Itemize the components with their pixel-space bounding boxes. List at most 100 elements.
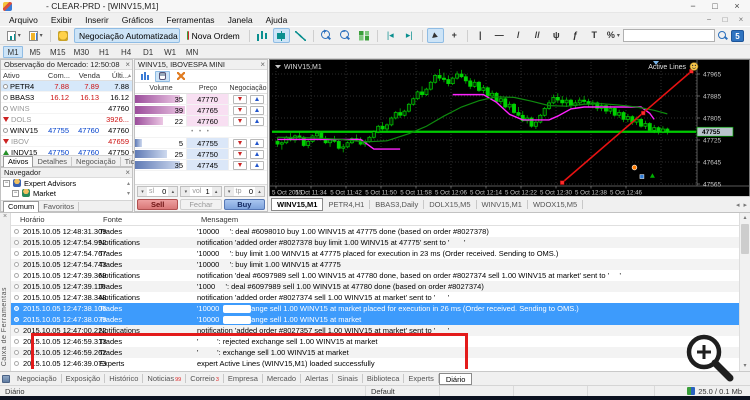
timeframe-w1[interactable]: W1 bbox=[160, 46, 180, 58]
journal-row[interactable]: 2015.10.05 12:48:31.309 Trades '10000 ': d… bbox=[11, 226, 739, 237]
profiles-button[interactable]: ▾ bbox=[26, 28, 46, 43]
candle-chart-button[interactable] bbox=[272, 28, 290, 43]
market-watch-column-headers[interactable]: Ativo Com... Venda Últi... ▴ bbox=[1, 70, 132, 81]
journal-row[interactable]: 2015.10.05 12:47:39.369 Notifications noti… bbox=[11, 270, 739, 281]
chart-tab-5-wdox15-m5[interactable]: WDOX15,M5 bbox=[528, 200, 584, 209]
zoom-out-button[interactable]: − bbox=[337, 28, 354, 43]
timeframe-m15[interactable]: M15 bbox=[47, 46, 69, 58]
scroll-up-icon[interactable]: ▴ bbox=[128, 72, 131, 79]
tab-ativos[interactable]: Ativos bbox=[3, 155, 34, 167]
stepper-down-icon[interactable]: ▾ bbox=[181, 187, 191, 196]
toolbox-tab-negociacao[interactable]: Negociação bbox=[13, 374, 62, 383]
tab-comum[interactable]: Comum bbox=[3, 200, 40, 212]
scroll-up-icon[interactable]: ▴ bbox=[127, 180, 130, 187]
minimize-button[interactable]: − bbox=[682, 0, 704, 12]
chart-tab-3-dolx15-m5[interactable]: DOLX15,M5 bbox=[424, 200, 477, 209]
stepper-up-icon[interactable]: ▴ bbox=[254, 187, 264, 196]
tab-scroll-left-icon[interactable]: ◂ bbox=[736, 201, 740, 209]
journal-row[interactable]: 2015.10.05 12:47:00.222 Notifications noti… bbox=[11, 325, 739, 336]
mw-col-com-[interactable]: Com... bbox=[42, 71, 72, 80]
zoom-in-button[interactable]: + bbox=[318, 28, 335, 43]
dom-orders-view-button[interactable] bbox=[137, 71, 152, 82]
channel-tool-button[interactable]: // bbox=[529, 28, 546, 43]
menu-graficos[interactable]: Gráficos bbox=[122, 15, 154, 25]
bid-row[interactable]: 35 47745 bbox=[135, 160, 267, 171]
restore-button[interactable]: □ bbox=[704, 0, 726, 12]
journal-col-message[interactable]: Mensagem bbox=[201, 215, 238, 224]
timeframe-m1[interactable]: M1 bbox=[3, 45, 23, 58]
journal-row[interactable]: 2015.10.05 12:47:38.079 Trades '10000 ': e… bbox=[11, 314, 739, 325]
chart-tab-4-winv15-m1[interactable]: WINV15,M1 bbox=[477, 200, 528, 209]
tp-stepper[interactable]: ▾ tp 0 ▴ bbox=[223, 186, 265, 197]
shapes-tool-button[interactable]: % ▾ bbox=[605, 28, 622, 43]
sell-at-price-button[interactable] bbox=[232, 94, 247, 104]
menu-inserir[interactable]: Inserir bbox=[85, 15, 109, 25]
timeframe-h1[interactable]: H1 bbox=[94, 46, 114, 58]
mdi-minimize-button[interactable]: − bbox=[704, 14, 714, 25]
buy-at-price-button[interactable] bbox=[249, 116, 264, 126]
menu-arquivo[interactable]: Arquivo bbox=[9, 15, 38, 25]
tree-expander-icon[interactable]: − bbox=[3, 179, 10, 187]
toolbox-tab-mercado[interactable]: Mercado bbox=[263, 374, 302, 383]
market-watch-row[interactable]: BBAS3 16.12 16.13 16.12 bbox=[1, 92, 132, 103]
close-icon[interactable]: × bbox=[125, 168, 130, 178]
buy-at-price-button[interactable] bbox=[249, 138, 264, 148]
close-position-button[interactable]: Fechar bbox=[180, 199, 222, 210]
text-tool-button[interactable]: T bbox=[586, 28, 603, 43]
timeframe-mn[interactable]: MN bbox=[182, 46, 202, 58]
journal-row[interactable]: 2015.10.05 12:47:54.767 Trades '10000 ': b… bbox=[11, 248, 739, 259]
new-chart-button[interactable]: ▾ bbox=[4, 28, 24, 43]
sell-at-price-button[interactable] bbox=[232, 116, 247, 126]
journal-row[interactable]: 2015.10.05 12:46:59.262 Trades ' ': exchan… bbox=[11, 347, 739, 358]
close-icon[interactable]: × bbox=[125, 60, 130, 70]
journal-row[interactable]: 2015.10.05 12:47:39.116 Trades '1000 ': de… bbox=[11, 281, 739, 292]
toolbox-tab-noticias[interactable]: Noticias 99 bbox=[143, 374, 187, 383]
bid-row[interactable]: 25 47750 bbox=[135, 149, 267, 160]
timeframe-d1[interactable]: D1 bbox=[138, 46, 158, 58]
journal-row[interactable]: 2015.10.05 12:47:38.106 Trades '10000 ': e… bbox=[11, 303, 739, 314]
tree-item-expert-advisors[interactable]: − Expert Advisors bbox=[1, 178, 132, 188]
mw-col-ulti-[interactable]: Últi... bbox=[102, 71, 131, 80]
metaeditor-button[interactable] bbox=[55, 28, 72, 43]
chart-area[interactable]: 47965 47885 47805 47725 47645 47565 47755 5 Oct… bbox=[269, 59, 750, 196]
scroll-down-icon[interactable]: ▾ bbox=[127, 190, 130, 197]
tile-windows-button[interactable] bbox=[356, 28, 373, 43]
chart-shift-button[interactable]: ▸| bbox=[401, 28, 418, 43]
stepper-up-icon[interactable]: ▴ bbox=[168, 187, 178, 196]
buy-at-price-button[interactable] bbox=[249, 149, 264, 159]
tab-favoritos[interactable]: Favoritos bbox=[39, 201, 80, 211]
dom-depth-view-button[interactable] bbox=[155, 70, 170, 82]
sl-stepper[interactable]: ▾ sl 0 ▴ bbox=[137, 186, 179, 197]
journal-column-headers[interactable]: Horário Fonte Mensagem bbox=[11, 213, 739, 226]
ask-row[interactable]: 39 47765 bbox=[135, 105, 267, 116]
ask-row[interactable]: 35 47770 bbox=[135, 94, 267, 105]
ask-row[interactable]: 22 47760 bbox=[135, 116, 267, 127]
bar-chart-button[interactable] bbox=[254, 28, 271, 43]
menu-exibir[interactable]: Exibir bbox=[51, 15, 72, 25]
tab-detalhes[interactable]: Detalhes bbox=[33, 156, 73, 166]
market-watch-row[interactable]: DOLS 3926... bbox=[1, 114, 132, 125]
toolbox-tab-historico[interactable]: Histórico bbox=[105, 374, 144, 383]
menu-janela[interactable]: Janela bbox=[228, 15, 253, 25]
line-chart-button[interactable] bbox=[292, 28, 309, 43]
journal-row[interactable]: 2015.10.05 12:47:54.743 Trades '10000 ': b… bbox=[11, 259, 739, 270]
tree-item-market[interactable]: − Market bbox=[1, 188, 132, 198]
buy-at-price-button[interactable] bbox=[249, 105, 264, 115]
price-chart[interactable]: 479654788547805477254764547565477555 Oct… bbox=[270, 60, 749, 196]
mw-col-ativo[interactable]: Ativo bbox=[1, 71, 42, 80]
timeframe-m5[interactable]: M5 bbox=[25, 46, 45, 58]
dom-time-sales-button[interactable] bbox=[173, 71, 188, 82]
mdi-restore-button[interactable]: □ bbox=[720, 14, 730, 25]
trendline-tool-button[interactable]: / bbox=[510, 28, 527, 43]
market-watch-header[interactable]: Observação do Mercado: 12:50:08 × bbox=[1, 60, 132, 70]
sell-at-price-button[interactable] bbox=[232, 138, 247, 148]
market-watch-row[interactable]: PETR4 7.88 7.89 7.88 bbox=[1, 81, 132, 92]
vol-stepper[interactable]: ▾ vol 1 ▴ bbox=[180, 186, 222, 197]
search-icon[interactable] bbox=[718, 30, 728, 41]
journal-row[interactable]: 2015.10.05 12:46:39.073 Experts expert Act… bbox=[11, 358, 739, 369]
stepper-up-icon[interactable]: ▴ bbox=[211, 187, 221, 196]
journal-row[interactable]: 2015.10.05 12:47:54.992 Notifications noti… bbox=[11, 237, 739, 248]
buy-at-price-button[interactable] bbox=[249, 160, 264, 170]
toolbox-tab-sinais[interactable]: Sinais bbox=[333, 374, 363, 383]
menu-ajuda[interactable]: Ajuda bbox=[266, 15, 288, 25]
